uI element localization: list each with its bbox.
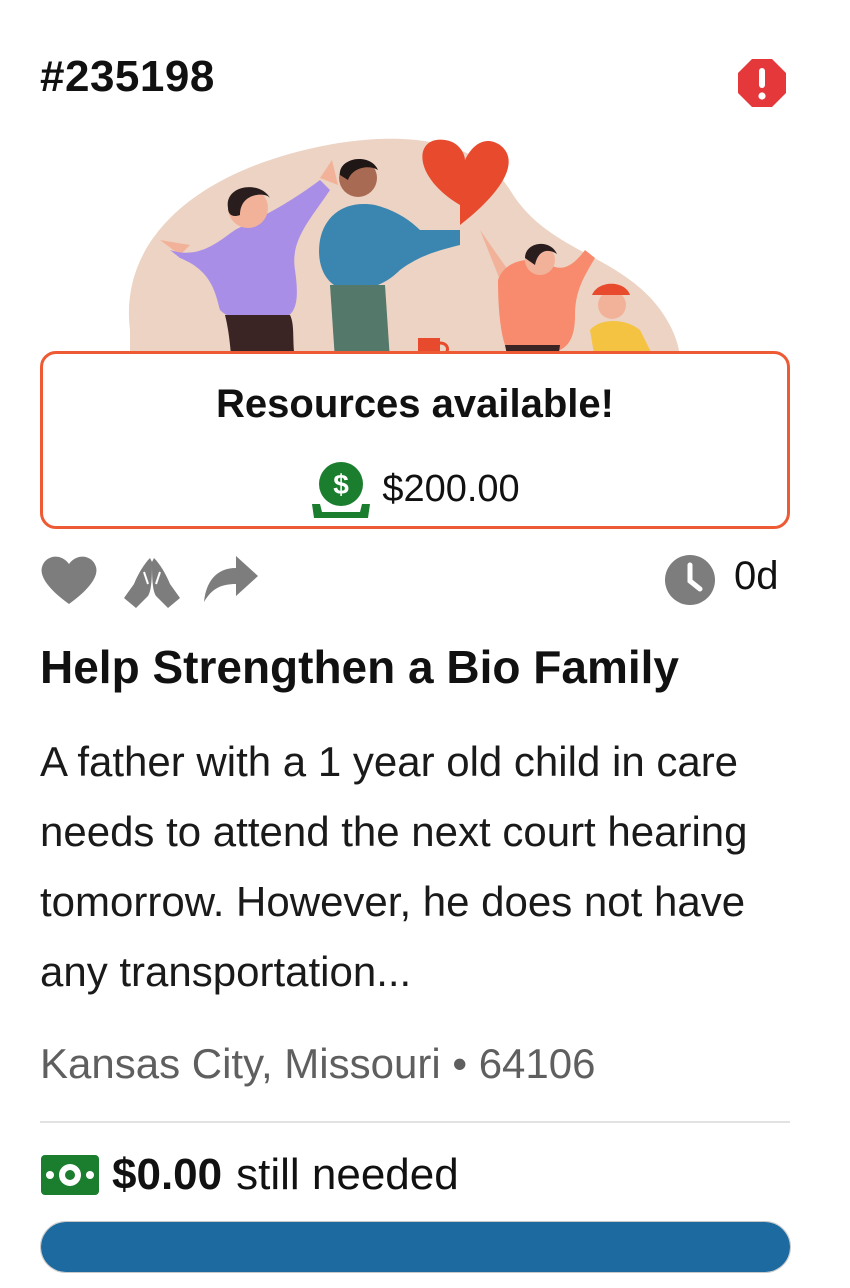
request-card[interactable]: #235198 Resources available! $ $200.00 0… xyxy=(0,0,850,1288)
funding-status: $0.00 still needed xyxy=(40,1150,459,1200)
family-illustration xyxy=(128,138,681,360)
cash-icon xyxy=(41,1155,99,1195)
praying-hands-icon[interactable] xyxy=(122,554,182,610)
hero-illustration xyxy=(120,130,700,360)
still-needed-label: still needed xyxy=(236,1150,459,1199)
resources-amount: $200.00 xyxy=(382,467,520,510)
case-id: #235198 xyxy=(40,52,215,101)
amount-still-needed: $0.00 xyxy=(112,1150,223,1199)
share-icon[interactable] xyxy=(202,554,260,604)
request-description: A father with a 1 year old child in care… xyxy=(40,738,748,995)
resources-heading: Resources available! xyxy=(216,382,614,426)
money-bag-icon: $ xyxy=(312,462,371,518)
alert-octagon-icon xyxy=(738,59,786,107)
resources-amount-row: $ $200.00 xyxy=(43,458,787,520)
divider xyxy=(40,1121,790,1123)
svg-text:$: $ xyxy=(334,469,350,500)
heart-icon[interactable] xyxy=(40,554,98,606)
request-location: Kansas City, Missouri • 64106 xyxy=(40,1040,596,1087)
posted-age: 0d xyxy=(734,554,779,598)
action-bar: 0d xyxy=(40,550,790,610)
resources-available-box[interactable]: Resources available! $ $200.00 xyxy=(40,351,790,529)
clock-icon xyxy=(665,555,715,605)
request-title[interactable]: Help Strengthen a Bio Family xyxy=(40,640,800,694)
funding-progress-fill xyxy=(41,1222,790,1272)
funding-progress-bar xyxy=(40,1221,791,1273)
